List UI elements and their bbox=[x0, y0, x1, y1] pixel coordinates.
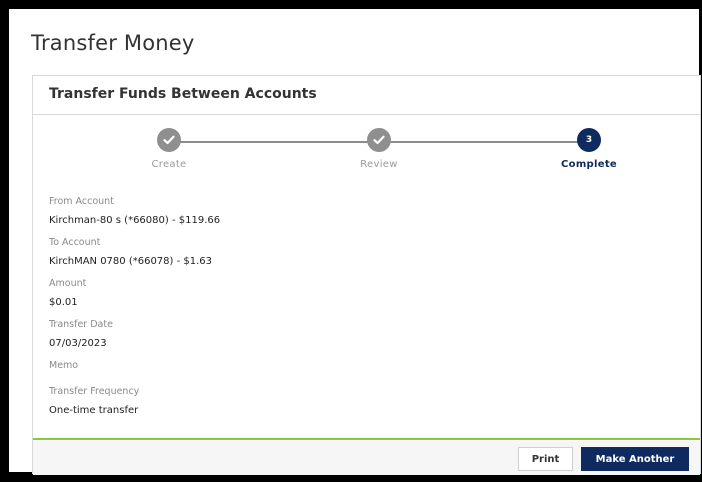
field-value: $0.01 bbox=[49, 297, 78, 308]
field-amount: Amount $0.01 bbox=[49, 278, 86, 308]
step-number-badge: 3 bbox=[577, 128, 601, 152]
field-value: 07/03/2023 bbox=[49, 338, 107, 349]
page-title: Transfer Money bbox=[31, 31, 195, 55]
field-transfer-date: Transfer Date 07/03/2023 bbox=[49, 319, 113, 349]
step-complete: 3 Complete bbox=[539, 128, 639, 170]
step-label: Complete bbox=[561, 159, 617, 170]
field-from-account: From Account Kirchman-80 s (*66080) - $1… bbox=[49, 196, 220, 226]
card-footer: Print Make Another bbox=[33, 438, 700, 475]
make-another-button[interactable]: Make Another bbox=[581, 447, 689, 471]
field-label: Amount bbox=[49, 278, 87, 289]
page-frame: Transfer Money Transfer Funds Between Ac… bbox=[9, 9, 701, 475]
check-icon bbox=[157, 128, 181, 152]
card-title: Transfer Funds Between Accounts bbox=[49, 86, 317, 102]
transfer-card: Transfer Funds Between Accounts Create R… bbox=[32, 75, 701, 475]
step-review: Review bbox=[329, 128, 429, 170]
step-create: Create bbox=[119, 128, 219, 170]
field-label: Memo bbox=[49, 360, 79, 371]
field-label: Transfer Frequency bbox=[49, 386, 140, 397]
field-label: Transfer Date bbox=[49, 319, 113, 330]
card-header: Transfer Funds Between Accounts bbox=[33, 76, 700, 115]
field-value: One-time transfer bbox=[49, 405, 139, 416]
check-icon bbox=[367, 128, 391, 152]
field-value: KirchMAN 0780 (*66078) - $1.63 bbox=[49, 256, 213, 267]
field-label: From Account bbox=[49, 196, 114, 207]
step-label: Review bbox=[360, 159, 398, 170]
field-memo: Memo bbox=[49, 360, 78, 373]
print-button[interactable]: Print bbox=[518, 447, 573, 471]
field-frequency: Transfer Frequency One-time transfer bbox=[49, 386, 139, 416]
step-label: Create bbox=[151, 159, 187, 170]
field-to-account: To Account KirchMAN 0780 (*66078) - $1.6… bbox=[49, 237, 212, 267]
field-label: To Account bbox=[49, 237, 101, 248]
progress-stepper: Create Review 3 Complete bbox=[33, 128, 700, 178]
field-value: Kirchman-80 s (*66080) - $119.66 bbox=[49, 215, 221, 226]
